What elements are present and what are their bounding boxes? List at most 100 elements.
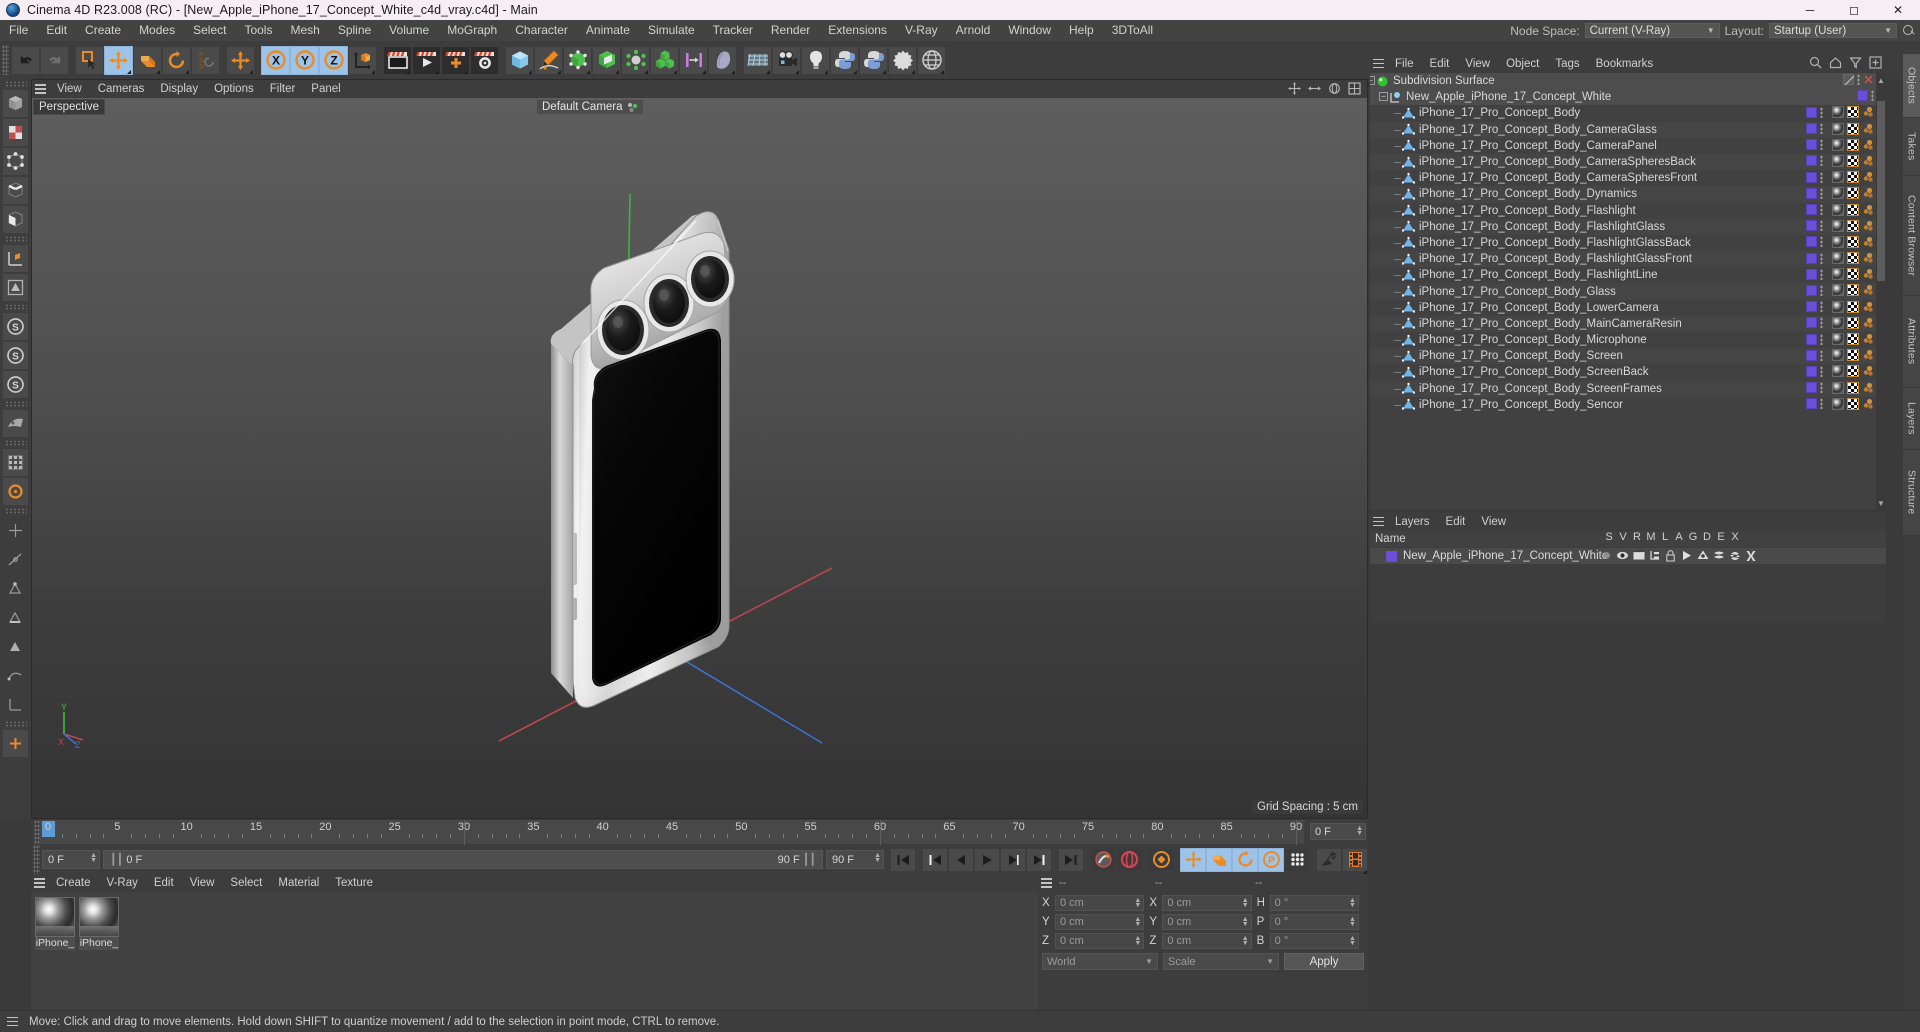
disable-tag[interactable]: [1843, 74, 1855, 86]
material-menu-texture[interactable]: Texture: [327, 874, 381, 892]
visibility-dots-icon[interactable]: [1820, 268, 1823, 280]
uv-tag[interactable]: [1862, 349, 1874, 361]
spinner-icon[interactable]: ▲ ▼: [1356, 825, 1363, 837]
coordinates-menu-icon[interactable]: [1038, 874, 1055, 892]
axis-snap-button[interactable]: [2, 690, 29, 719]
layers-menu-icon[interactable]: [1370, 513, 1387, 531]
status-menu-icon[interactable]: [4, 1013, 21, 1031]
material-menu-material[interactable]: Material: [270, 874, 327, 892]
texture-tag[interactable]: [1847, 171, 1859, 184]
grid-snap-button[interactable]: [2, 516, 29, 545]
render-view-button[interactable]: [383, 45, 412, 75]
texture-tag[interactable]: [1847, 252, 1859, 265]
render-camera-icon[interactable]: [1632, 549, 1645, 562]
play-button[interactable]: [974, 847, 1000, 872]
expression-icon[interactable]: [1728, 549, 1741, 562]
y-axis-lock-button[interactable]: Y: [290, 45, 319, 75]
dynamics-button[interactable]: [1316, 847, 1342, 872]
menu-help[interactable]: Help: [1060, 20, 1103, 41]
layer-color-tag[interactable]: [1806, 333, 1817, 345]
texture-tag[interactable]: [1847, 381, 1859, 394]
object-row[interactable]: iPhone_17_Pro_Concept_Body_FlashlightGla…: [1370, 235, 1876, 251]
material-tag[interactable]: [1832, 268, 1844, 281]
material-tag[interactable]: [1832, 138, 1844, 151]
xpresso-button[interactable]: [888, 45, 917, 75]
tree-expander-icon[interactable]: −: [1370, 76, 1375, 86]
visibility-dots-icon[interactable]: [1820, 204, 1823, 215]
rot-p-input[interactable]: 0 ° ▲ ▼: [1269, 914, 1359, 930]
texture-tag[interactable]: [1847, 349, 1859, 362]
material-list[interactable]: iPhone_ iPhone_: [31, 892, 1038, 1010]
viewport-menu-view[interactable]: View: [49, 80, 90, 98]
light-button[interactable]: [801, 45, 830, 75]
redo-button[interactable]: [40, 45, 69, 75]
layer-color-tag[interactable]: [1806, 236, 1817, 248]
enable-axis-button[interactable]: [2, 244, 29, 273]
go-to-previous-key-button[interactable]: [922, 847, 948, 872]
solo-single-button[interactable]: S: [2, 312, 29, 341]
texture-tag[interactable]: [1847, 268, 1859, 281]
autokeying-button[interactable]: [1116, 847, 1142, 872]
texture-tag[interactable]: [1847, 365, 1859, 378]
uv-tag[interactable]: [1862, 398, 1874, 410]
layer-color-tag[interactable]: [1806, 106, 1817, 118]
camera-button[interactable]: [772, 45, 801, 75]
scroll-up-icon[interactable]: ▲: [1877, 74, 1885, 86]
pos-y-input[interactable]: 0 cm ▲ ▼: [1055, 914, 1145, 930]
layer-row[interactable]: New_Apple_iPhone_17_Concept_White: [1370, 548, 1886, 564]
texture-tag[interactable]: [1847, 154, 1859, 167]
menu-window[interactable]: Window: [999, 20, 1060, 41]
visibility-dots-icon[interactable]: [1820, 284, 1823, 296]
mograph-button[interactable]: [650, 45, 679, 75]
step-forward-button[interactable]: [1000, 847, 1026, 872]
layers-menu-layers[interactable]: Layers: [1387, 513, 1438, 531]
left-toolbar-grip-2[interactable]: [4, 236, 27, 243]
uv-tag[interactable]: [1862, 220, 1874, 232]
object-row[interactable]: iPhone_17_Pro_Concept_Body_Dynamics: [1370, 186, 1876, 203]
vertical-tab-layers[interactable]: Layers: [1903, 388, 1920, 450]
undo-button[interactable]: [11, 45, 40, 75]
material-tag[interactable]: [1832, 154, 1844, 167]
point-snap-button[interactable]: [2, 574, 29, 603]
menu-file[interactable]: File: [0, 20, 37, 41]
python-generator-button[interactable]: [859, 45, 888, 75]
lock-icon[interactable]: [1664, 549, 1677, 562]
maximize-view-icon[interactable]: [1348, 82, 1361, 95]
move-tool-button[interactable]: [104, 45, 133, 75]
viewport-menu-cameras[interactable]: Cameras: [90, 80, 153, 98]
visibility-dots-icon[interactable]: [1820, 123, 1823, 135]
viewport-menu-display[interactable]: Display: [152, 80, 206, 98]
array-button[interactable]: [592, 45, 621, 75]
spline-pen-button[interactable]: [534, 45, 563, 75]
keyframe-selection-button[interactable]: [1148, 847, 1174, 872]
layer-color-tag[interactable]: [1806, 187, 1817, 199]
material-tag[interactable]: [1832, 333, 1844, 345]
z-axis-lock-button[interactable]: Z: [319, 45, 348, 75]
spinner-icon[interactable]: ▲ ▼: [1134, 935, 1141, 947]
material-tag[interactable]: [1832, 381, 1844, 394]
uv-tag[interactable]: [1862, 171, 1874, 183]
menu-tools[interactable]: Tools: [235, 20, 281, 41]
layer-color-tag[interactable]: [1806, 139, 1817, 151]
object-row[interactable]: iPhone_17_Pro_Concept_Body_Sencor: [1370, 397, 1876, 413]
spinner-icon[interactable]: ▲ ▼: [90, 852, 97, 864]
material-tag[interactable]: [1832, 106, 1844, 119]
object-menu-file[interactable]: File: [1387, 55, 1422, 73]
texture-tag[interactable]: [1847, 235, 1859, 248]
object-row[interactable]: − New_Apple_iPhone_17_Concept_White: [1370, 89, 1876, 106]
visible-eye-icon[interactable]: [1616, 549, 1629, 562]
visibility-dots-icon[interactable]: [1820, 171, 1823, 183]
texture-tag[interactable]: [1847, 106, 1859, 119]
layers-menu-view[interactable]: View: [1473, 513, 1514, 531]
object-row[interactable]: iPhone_17_Pro_Concept_Body_Flashlight: [1370, 203, 1876, 219]
snap-button[interactable]: [2, 448, 29, 477]
material-menu-view[interactable]: View: [182, 874, 223, 892]
object-row[interactable]: iPhone_17_Pro_Concept_Body_LowerCamera: [1370, 300, 1876, 316]
menu-volume[interactable]: Volume: [380, 20, 438, 41]
object-row[interactable]: iPhone_17_Pro_Concept_Body_CameraPanel: [1370, 138, 1876, 154]
layer-color-tag[interactable]: [1806, 171, 1817, 183]
render-settings-button[interactable]: [470, 45, 499, 75]
nurbs-button[interactable]: [563, 45, 592, 75]
uv-tag[interactable]: [1862, 139, 1874, 151]
visibility-dots-icon[interactable]: [1820, 187, 1823, 199]
